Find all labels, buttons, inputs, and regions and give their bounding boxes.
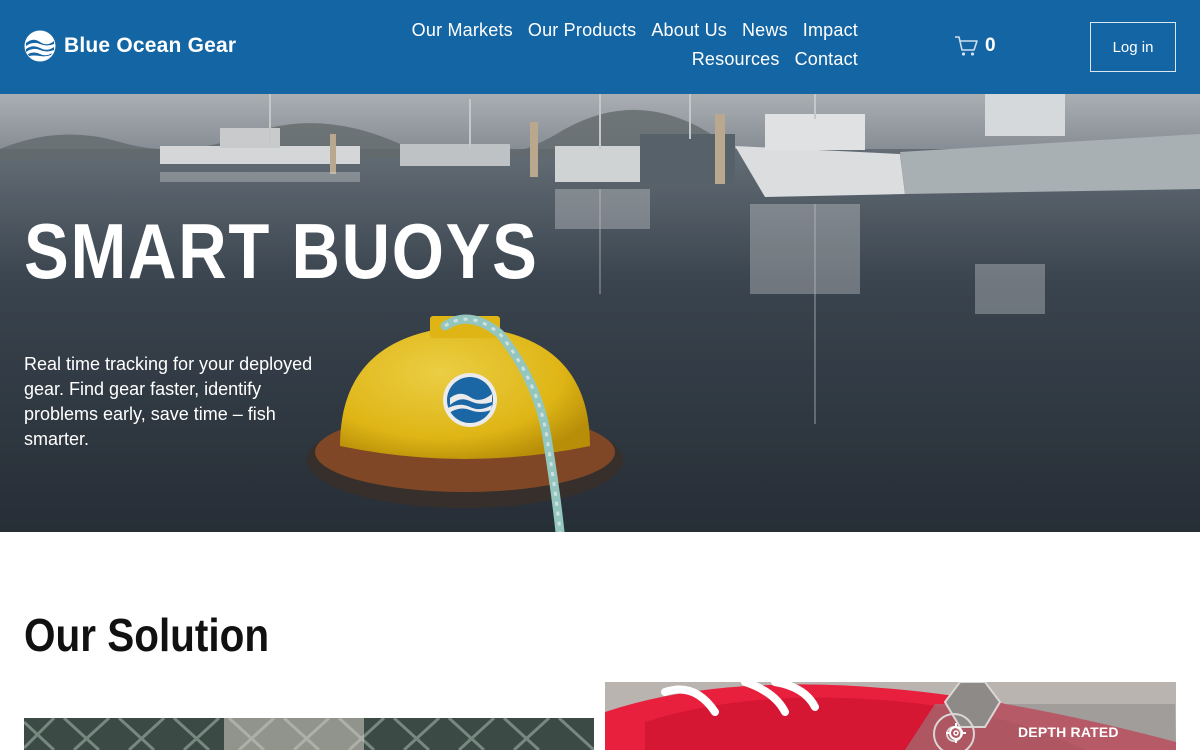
brand-name: Blue Ocean Gear [64, 34, 237, 57]
hero-description: Real time tracking for your deployed gea… [24, 354, 313, 449]
gear-icon [946, 723, 966, 743]
hero-title: SMART BUOYS [24, 207, 539, 295]
brand-logo[interactable]: Blue Ocean Gear [24, 30, 236, 62]
nav-resources[interactable]: Resources [692, 49, 780, 70]
hero-section: SMART BUOYS Real time tracking for your … [0, 94, 1200, 532]
wave-logo-icon [24, 30, 56, 62]
nav-about-us[interactable]: About Us [651, 20, 727, 41]
nav-contact[interactable]: Contact [795, 49, 858, 70]
main-nav: Our Markets Our Products About Us News I… [388, 20, 858, 70]
depth-rated-image: DEPTH RATED [605, 682, 1176, 750]
nav-news[interactable]: News [742, 20, 788, 41]
trap-net-image [24, 718, 594, 750]
cart-icon [955, 36, 978, 56]
hero-harbor-image [0, 94, 1200, 532]
nav-impact[interactable]: Impact [803, 20, 858, 41]
nav-our-markets[interactable]: Our Markets [412, 20, 513, 41]
depth-rated-badge: DEPTH RATED [1018, 724, 1119, 740]
cart-count: 0 [985, 35, 996, 56]
cart-button[interactable]: 0 [954, 35, 996, 57]
nav-our-products[interactable]: Our Products [528, 20, 636, 41]
section-title: Our Solution [24, 609, 270, 661]
site-header: Blue Ocean Gear Our Markets Our Products… [0, 0, 1200, 94]
login-button[interactable]: Log in [1090, 22, 1176, 72]
